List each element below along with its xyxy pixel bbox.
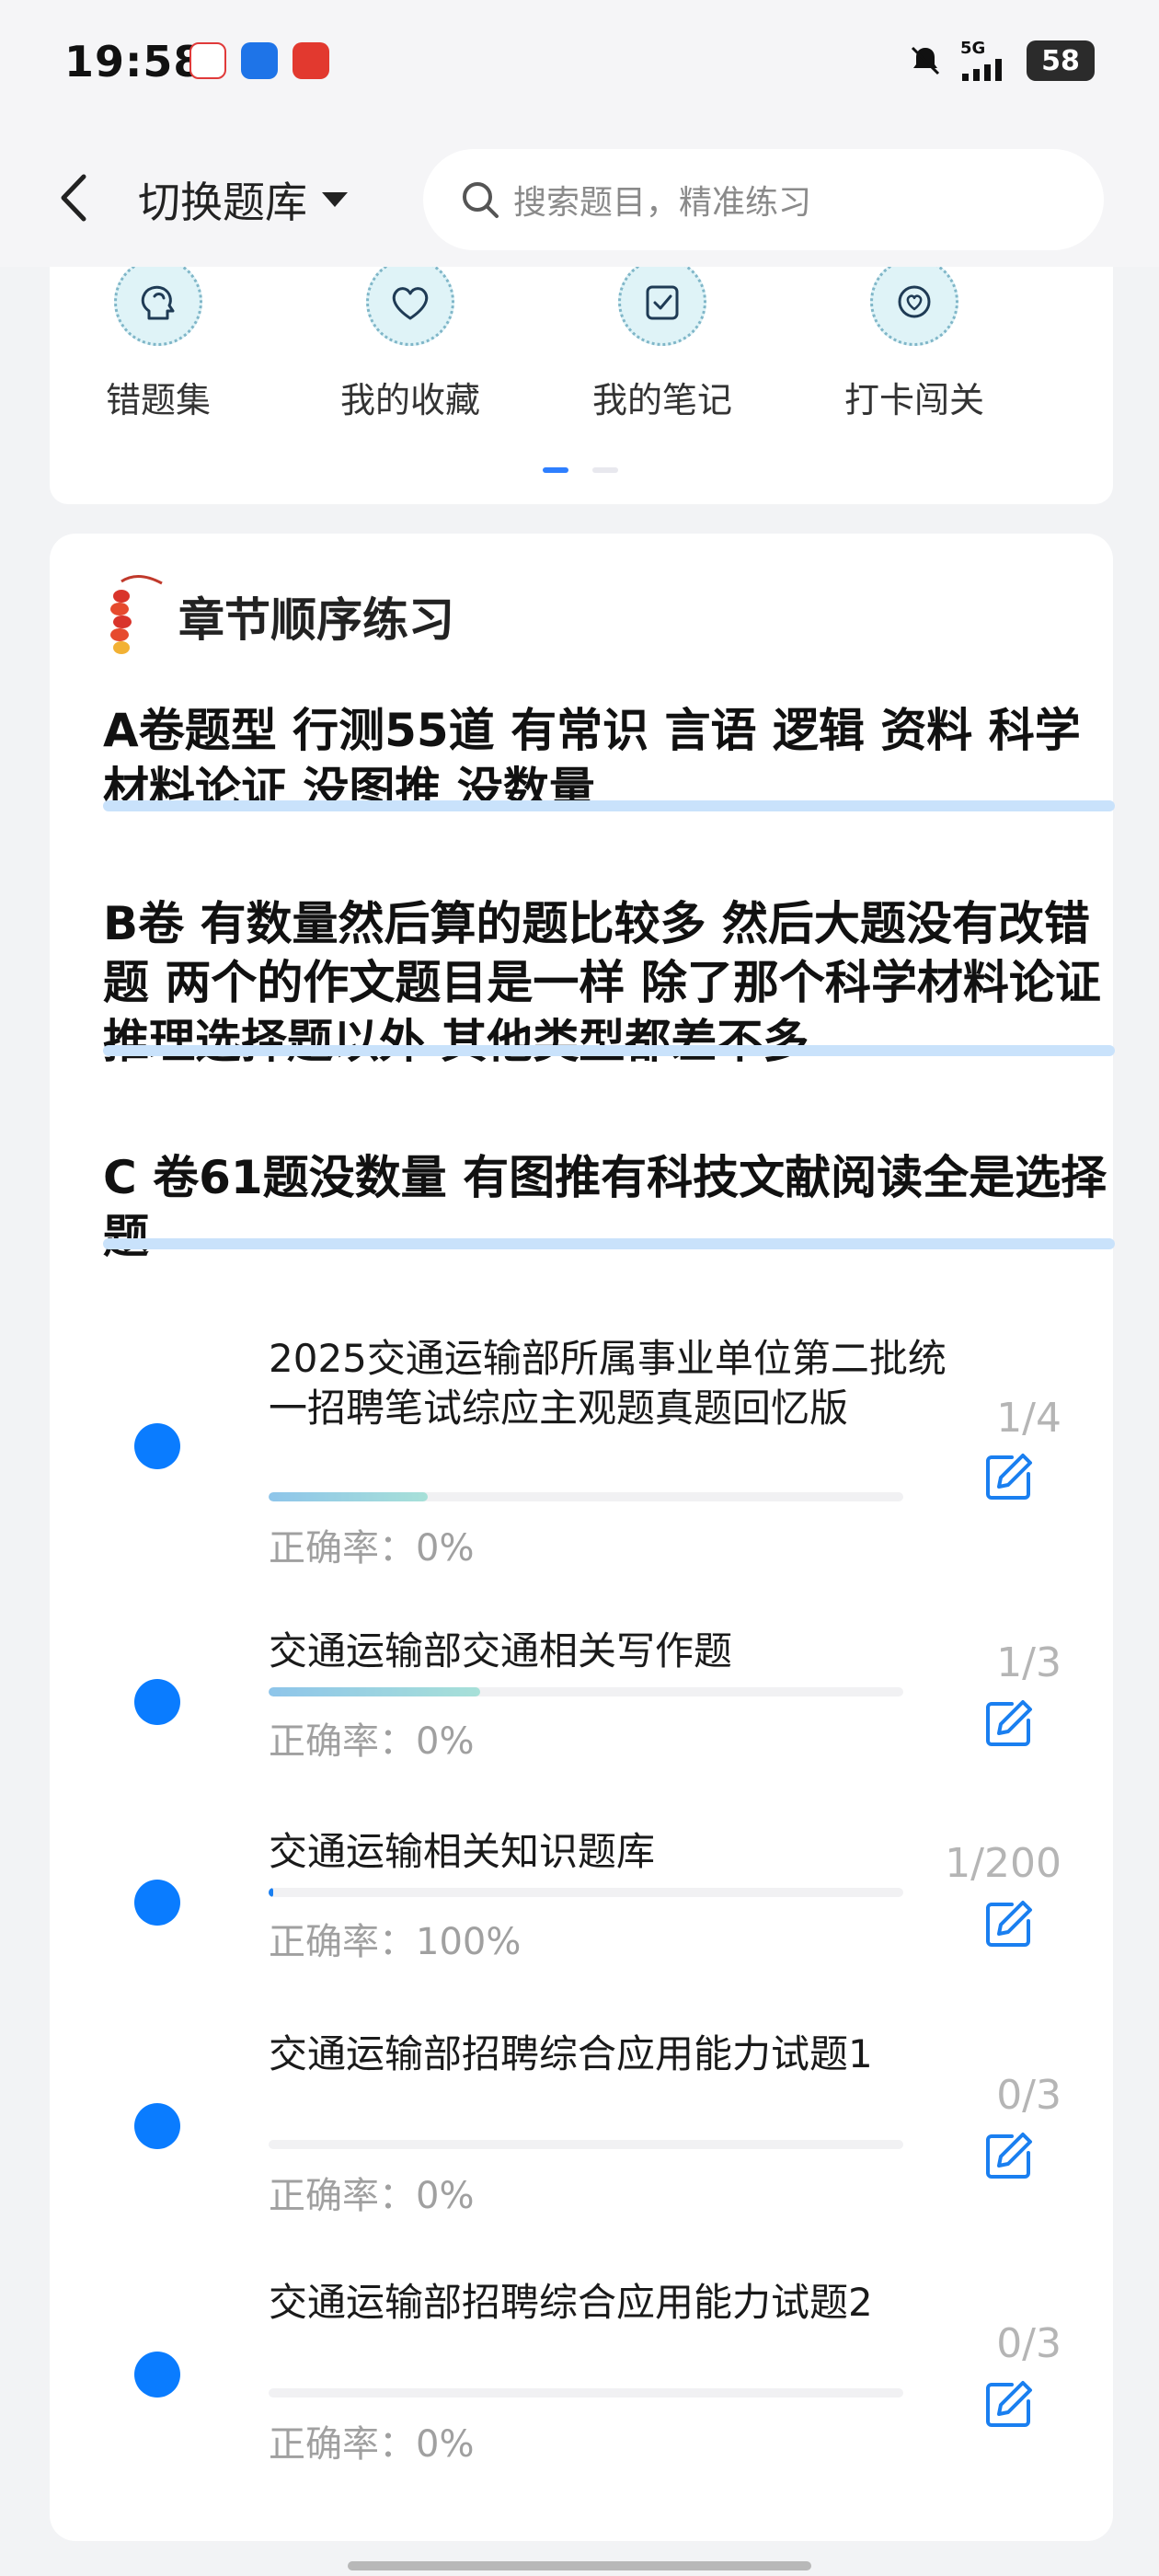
app-notification-icon xyxy=(189,42,226,79)
chapter-status-dot xyxy=(134,2103,180,2149)
chapter-item[interactable]: 2025交通运输部所属事业单位第二批统一招聘笔试综应主观题真题回忆版 正确率：0… xyxy=(50,1334,1113,1570)
chapter-status-dot xyxy=(134,2352,180,2398)
search-icon xyxy=(463,182,499,218)
chapter-progress-bar xyxy=(269,2140,903,2149)
switch-bank-dropdown[interactable]: 切换题库 xyxy=(138,167,350,232)
chapter-count: 1/3 xyxy=(996,1639,1061,1686)
chapter-count: 0/3 xyxy=(996,2072,1061,2119)
search-input[interactable]: 搜索题目，精准练习 xyxy=(423,149,1104,250)
shortcut-wrong-questions[interactable]: 错题集 xyxy=(66,258,250,422)
app-notification-icon xyxy=(241,42,278,79)
search-placeholder: 搜索题目，精准练习 xyxy=(513,184,812,222)
chapter-item[interactable]: 交通运输部交通相关写作题 正确率：0% 1/3 xyxy=(50,1627,1113,1811)
chapter-count: 1/4 xyxy=(996,1395,1061,1442)
edit-icon[interactable] xyxy=(981,1696,1036,1752)
edit-icon[interactable] xyxy=(981,1897,1036,1952)
edit-icon[interactable] xyxy=(981,2129,1036,2184)
chapter-item[interactable]: 交通运输部招聘综合应用能力试题2 正确率：0% 0/3 xyxy=(50,2278,1113,2490)
app-notification-icon xyxy=(293,42,329,79)
chapter-accuracy: 正确率：0% xyxy=(269,1720,475,1763)
page-indicator-active xyxy=(543,467,568,473)
firecracker-icon xyxy=(110,575,163,654)
shortcut-checkin[interactable]: 打卡闯关 xyxy=(822,258,1006,422)
chapter-title: 交通运输相关知识题库 xyxy=(269,1829,656,1874)
chapter-title: 交通运输部招聘综合应用能力试题2 xyxy=(269,2280,873,2325)
top-nav: 切换题库 搜索题目，精准练习 xyxy=(0,129,1159,267)
back-button[interactable] xyxy=(46,166,101,230)
mute-bell-icon xyxy=(911,46,940,75)
chapter-progress-fill xyxy=(269,1492,428,1501)
head-icon xyxy=(114,258,202,346)
caret-down-icon xyxy=(322,192,348,207)
shortcut-label: 我的笔记 xyxy=(591,380,732,420)
chapter-accuracy: 正确率：0% xyxy=(269,1527,475,1570)
shortcut-label: 我的收藏 xyxy=(339,380,480,420)
shortcut-notes[interactable]: 我的笔记 xyxy=(570,258,754,422)
page-indicator xyxy=(592,467,618,473)
chapter-accuracy: 正确率：0% xyxy=(269,2175,475,2217)
shortcut-label: 错题集 xyxy=(105,380,211,420)
chapter-progress-bar xyxy=(269,1492,903,1501)
section-header: 章节顺序练习 xyxy=(101,570,454,662)
status-time: 19:58 xyxy=(64,37,204,86)
battery-indicator: 58 xyxy=(1027,40,1095,81)
chapter-accuracy: 正确率：0% xyxy=(269,2423,475,2466)
chevron-left-icon xyxy=(61,174,86,222)
chapter-count: 1/200 xyxy=(945,1840,1061,1887)
chapter-status-dot xyxy=(134,1679,180,1725)
edit-icon[interactable] xyxy=(981,1450,1036,1505)
home-indicator[interactable] xyxy=(348,2561,811,2570)
section-title: 章节顺序练习 xyxy=(178,593,454,647)
chapter-title: 2025交通运输部所属事业单位第二批统一招聘笔试综应主观题真题回忆版 xyxy=(269,1336,947,1431)
status-icons: 5G 58 xyxy=(907,39,1095,83)
note-check-icon xyxy=(618,258,706,346)
note-underline xyxy=(103,1045,1115,1056)
shortcut-label: 打卡闯关 xyxy=(843,380,984,420)
chapter-count: 0/3 xyxy=(996,2320,1061,2367)
switch-bank-label: 切换题库 xyxy=(138,178,307,227)
note-underline xyxy=(103,1238,1115,1249)
chapter-title: 交通运输部交通相关写作题 xyxy=(269,1628,733,1673)
shortcut-favorites[interactable]: 我的收藏 xyxy=(318,258,502,422)
chapter-title: 交通运输部招聘综合应用能力试题1 xyxy=(269,2031,873,2076)
chapter-status-dot xyxy=(134,1423,180,1469)
status-bar: 19:58 5G 58 xyxy=(0,0,1159,129)
chapter-progress-bar xyxy=(269,1888,903,1897)
battery-level: 58 xyxy=(1041,44,1080,77)
edit-icon[interactable] xyxy=(981,2377,1036,2432)
heart-icon xyxy=(366,258,454,346)
note-underline xyxy=(103,800,1115,811)
chapter-accuracy: 正确率：100% xyxy=(269,1921,522,1963)
chapter-progress-fill xyxy=(269,1888,273,1897)
chapter-practice-card: 章节顺序练习 A卷题型 行测55道 有常识 言语 逻辑 资料 科学材料论证 没图… xyxy=(50,534,1115,2541)
chapter-status-dot xyxy=(134,1880,180,1926)
chapter-progress-fill xyxy=(269,1687,480,1696)
chapter-progress-bar xyxy=(269,1687,903,1696)
chapter-progress-bar xyxy=(269,2388,903,2398)
badge-heart-icon xyxy=(870,258,958,346)
chapter-item[interactable]: 交通运输相关知识题库 正确率：100% 1/200 xyxy=(50,1827,1113,2011)
signal-icon xyxy=(962,59,1002,81)
chapter-item[interactable]: 交通运输部招聘综合应用能力试题1 正确率：0% 0/3 xyxy=(50,2030,1113,2241)
network-type: 5G xyxy=(960,39,986,58)
